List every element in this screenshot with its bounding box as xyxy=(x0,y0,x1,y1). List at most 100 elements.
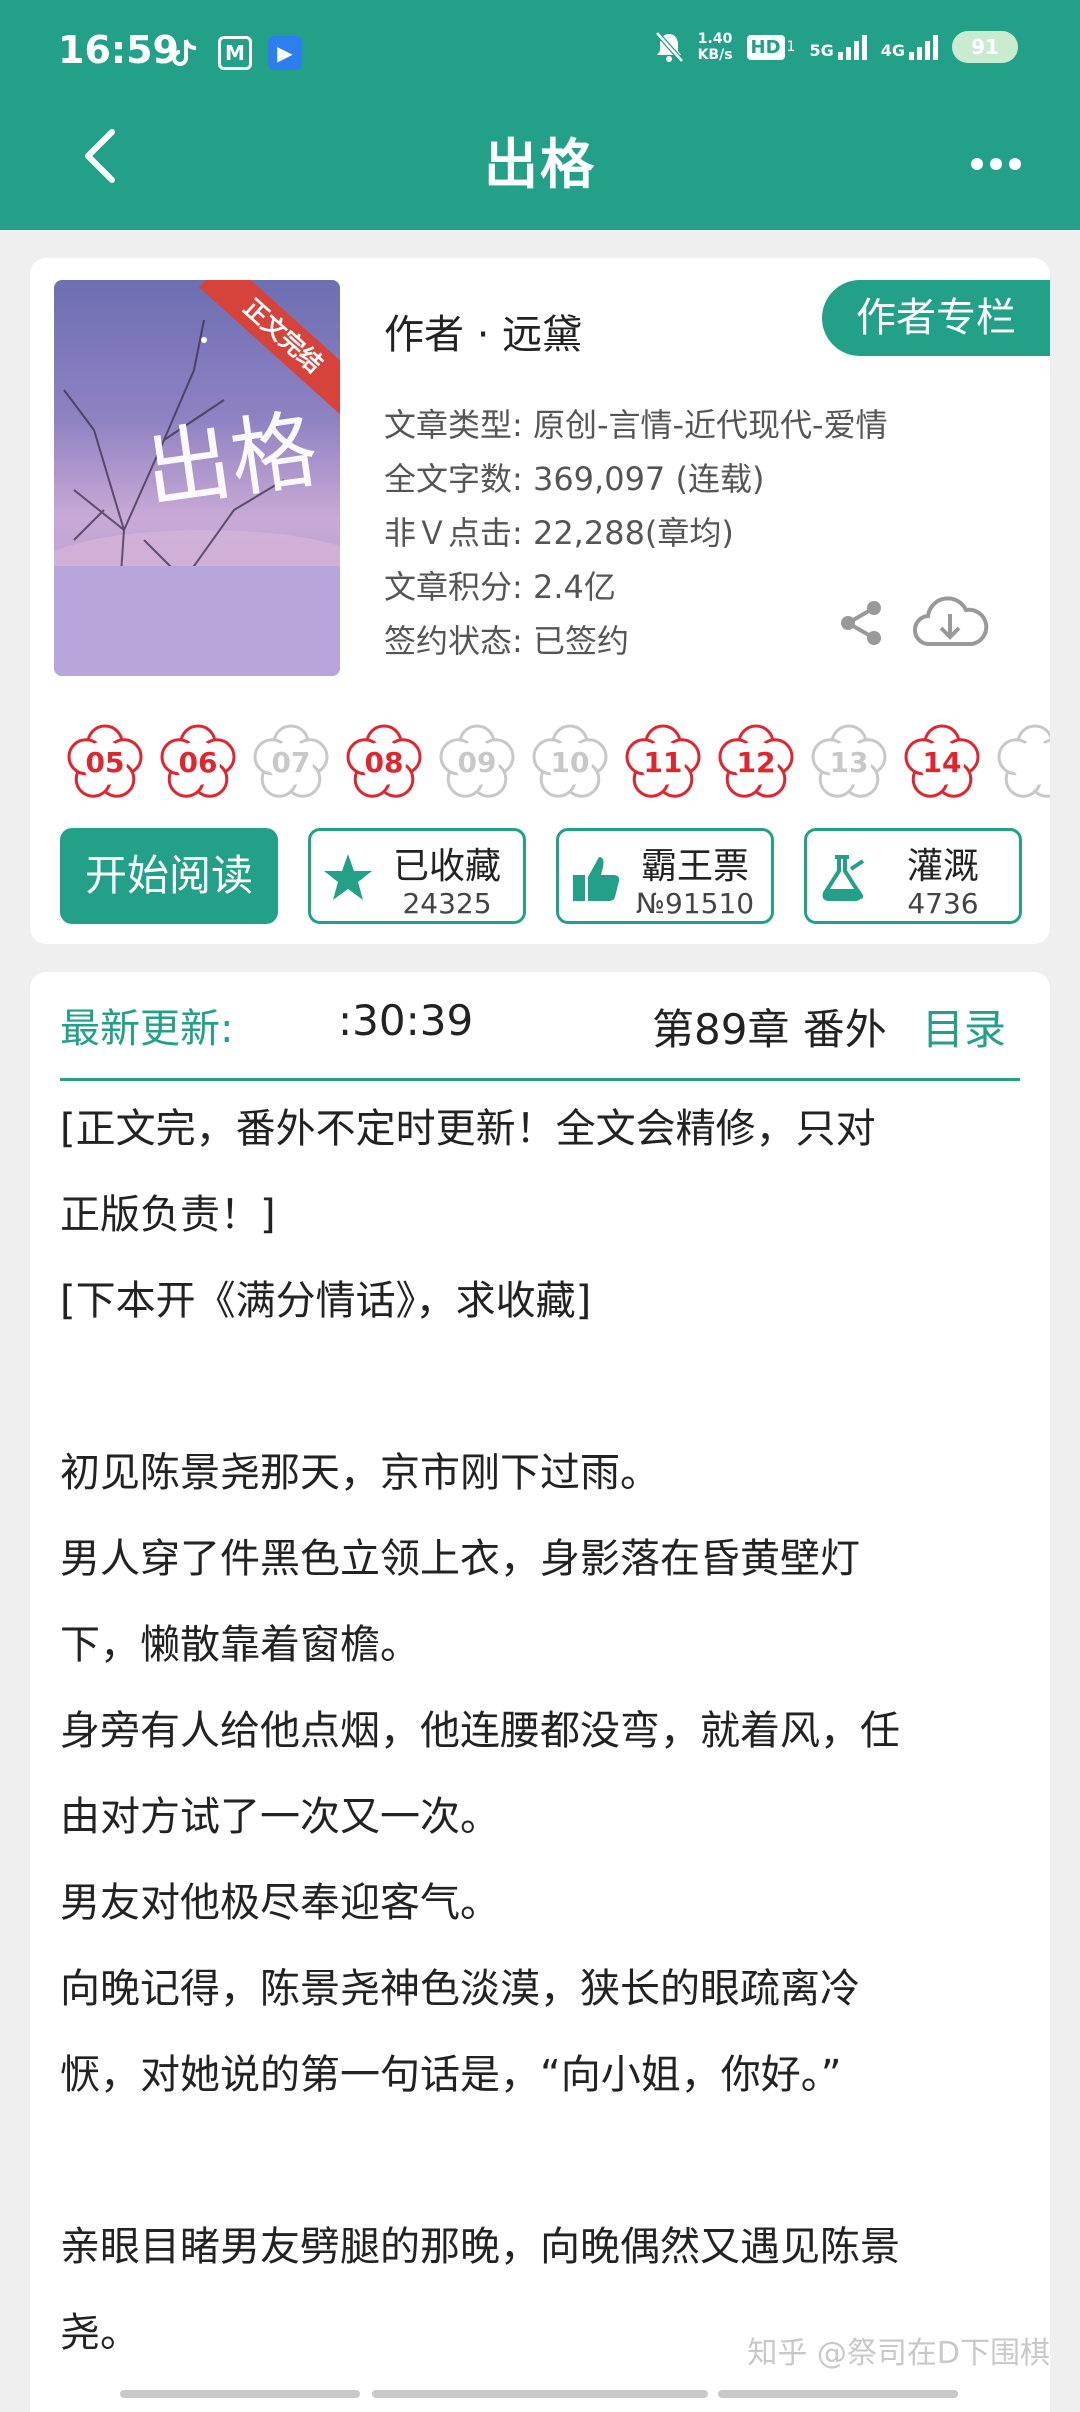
flower-10[interactable]: 10 xyxy=(531,724,609,802)
collect-count: 24325 xyxy=(402,887,492,920)
meta-word-count: 全文字数: 369,097 (连载) xyxy=(384,460,765,498)
share-icon[interactable] xyxy=(836,598,886,648)
summary-line: [正文完，番外不定时更新！全文会精修，只对 xyxy=(60,1106,876,1152)
irrigate-count: 4736 xyxy=(907,887,979,920)
author-column-button[interactable]: 作者专栏 xyxy=(822,280,1050,356)
flower-14[interactable]: 14 xyxy=(903,724,981,802)
flower-number: 05 xyxy=(85,746,125,779)
flower-number: 11 xyxy=(643,746,683,779)
gen-4g-label: 4G xyxy=(880,41,905,60)
signal-4g: 4G xyxy=(881,34,938,60)
summary-line: [下本开《满分情话》，求收藏] xyxy=(60,1278,592,1324)
summary-line xyxy=(60,1344,1020,1430)
latest-update-row[interactable]: 最新更新: :30:39 第89章 番外 目录 xyxy=(60,996,1020,1066)
meta-clicks: 非Ｖ点击: 22,288(章均) xyxy=(384,514,734,552)
status-bar: 16:59 M ▶ 1.40 KB/s HD 1 5G 4G 91 xyxy=(0,0,1080,106)
mute-bell-icon xyxy=(654,31,684,63)
scroll-indicator xyxy=(372,2390,708,2398)
nav-bar: 出格 xyxy=(0,106,1080,230)
flower-05[interactable]: 05 xyxy=(66,724,144,802)
irrigate-label: 灌溉 xyxy=(906,846,979,887)
summary-line: 身旁有人给他点烟，他连腰都没弯，就着风，任 xyxy=(60,1708,900,1754)
flower-08[interactable]: 08 xyxy=(345,724,423,802)
signal-bars-icon xyxy=(909,34,938,60)
more-menu-icon[interactable] xyxy=(970,154,1022,174)
meta-type: 文章类型: 原创-言情-近代现代-爱情 xyxy=(384,406,888,444)
flower-number: 09 xyxy=(457,746,497,779)
summary-line: 男友对他极尽奉迎客气。 xyxy=(60,1880,500,1926)
page-title: 出格 xyxy=(484,133,596,196)
flower-number: 07 xyxy=(271,746,311,779)
flower-number: 08 xyxy=(364,746,404,779)
summary-line xyxy=(60,2118,1020,2204)
flower-number: 06 xyxy=(178,746,218,779)
update-divider xyxy=(60,1078,1020,1081)
status-time: 16:59 xyxy=(58,28,179,72)
book-info-card: 正文完结 出格 作者 · 远黛 作者专栏 文章类型: 原创-言情-近代现代-爱情… xyxy=(30,258,1050,944)
summary-card: 最新更新: :30:39 第89章 番外 目录 [正文完，番外不定时更新！全文会… xyxy=(30,972,1050,2412)
flower-06[interactable]: 06 xyxy=(159,724,237,802)
thumbs-up-icon xyxy=(573,857,620,901)
net-speed: 1.40 KB/s xyxy=(698,31,733,63)
top-bar: 16:59 M ▶ 1.40 KB/s HD 1 5G 4G 91 出格 xyxy=(0,0,1080,230)
scroll-indicator xyxy=(120,2390,360,2398)
latest-update-time: :30:39 xyxy=(338,996,474,1045)
scroll-indicator xyxy=(718,2390,958,2398)
ticket-count: №91510 xyxy=(635,887,755,920)
flower-partial[interactable] xyxy=(996,724,1050,802)
flower-icon xyxy=(997,724,1050,798)
start-reading-button[interactable]: 开始阅读 xyxy=(60,828,278,924)
battery-indicator: 91 xyxy=(952,31,1018,63)
flower-13[interactable]: 13 xyxy=(810,724,888,802)
blue-app-icon: ▶ xyxy=(268,36,302,70)
download-cloud-icon[interactable] xyxy=(910,594,990,652)
irrigate-button[interactable]: 灌溉 4736 xyxy=(804,828,1022,924)
net-speed-value: 1.40 xyxy=(697,31,733,47)
ticket-label: 霸王票 xyxy=(640,846,749,887)
flower-12[interactable]: 12 xyxy=(717,724,795,802)
latest-chapter[interactable]: 第89章 番外 xyxy=(652,996,922,1057)
flower-11[interactable]: 11 xyxy=(624,724,702,802)
cover-title: 出格 xyxy=(139,399,324,523)
latest-update-label: 最新更新: xyxy=(60,1006,234,1052)
collect-label: 已收藏 xyxy=(392,846,501,887)
summary-line: 向晚记得，陈景尧神色淡漠，狭长的眼疏离冷 xyxy=(60,1966,860,2012)
hd-badge: HD 1 xyxy=(746,34,796,60)
summary-line: 恹，对她说的第一句话是，“向小姐，你好。” xyxy=(60,2052,842,2098)
app-notification-icon: M xyxy=(218,36,252,70)
monthly-flower-row[interactable]: 05 06 07 08 09 10 11 12 13 14 xyxy=(66,716,1050,816)
flower-07[interactable]: 07 xyxy=(252,724,330,802)
overlord-ticket-button[interactable]: 霸王票 №91510 xyxy=(556,828,774,924)
book-cover[interactable]: 正文完结 出格 xyxy=(54,280,340,676)
summary-line: 下，懒散靠着窗檐。 xyxy=(60,1622,420,1668)
book-meta: 文章类型: 原创-言情-近代现代-爱情 全文字数: 369,097 (连载) 非… xyxy=(384,398,888,668)
signal-5g: 5G xyxy=(809,34,867,60)
flower-09[interactable]: 09 xyxy=(438,724,516,802)
table-of-contents-link[interactable]: 目录 xyxy=(922,996,1006,1057)
gen-5g-label: 5G xyxy=(809,41,834,60)
book-summary: [正文完，番外不定时更新！全文会精修，只对 正版负责！] [下本开《满分情话》，求收… xyxy=(60,1086,1020,2376)
flower-number: 12 xyxy=(736,746,776,779)
watermark: 知乎 @祭司在D下围棋 xyxy=(747,2336,1050,2371)
net-speed-unit: KB/s xyxy=(697,47,733,63)
summary-line: 由对方试了一次又一次。 xyxy=(60,1794,500,1840)
tiktok-icon xyxy=(172,39,197,66)
flower-number: 14 xyxy=(922,746,962,779)
summary-line: 男人穿了件黑色立领上衣，身影落在昏黄壁灯 xyxy=(60,1536,860,1582)
status-right: 1.40 KB/s HD 1 5G 4G 91 xyxy=(654,30,1018,64)
signal-bars-icon xyxy=(837,34,867,60)
meta-score: 文章积分: 2.4亿 xyxy=(384,568,616,606)
meta-sign-status: 签约状态: 已签约 xyxy=(384,622,629,660)
hd-sub: 1 xyxy=(786,39,796,55)
summary-line: 亲眼目睹男友劈腿的那晚，向晚偶然又遇见陈景 xyxy=(60,2224,900,2270)
flower-number: 13 xyxy=(829,746,869,779)
author-line[interactable]: 作者 · 远黛 xyxy=(384,302,582,360)
notification-icons: M ▶ xyxy=(168,36,302,70)
flower-number: 10 xyxy=(550,746,590,779)
flask-icon xyxy=(822,855,865,901)
summary-line: 正版负责！] xyxy=(60,1192,276,1238)
star-icon xyxy=(324,854,372,900)
cover-bottom-band xyxy=(54,566,340,676)
collect-button[interactable]: 已收藏 24325 xyxy=(308,828,526,924)
summary-line: 初见陈景尧那天，京市刚下过雨。 xyxy=(60,1450,660,1496)
